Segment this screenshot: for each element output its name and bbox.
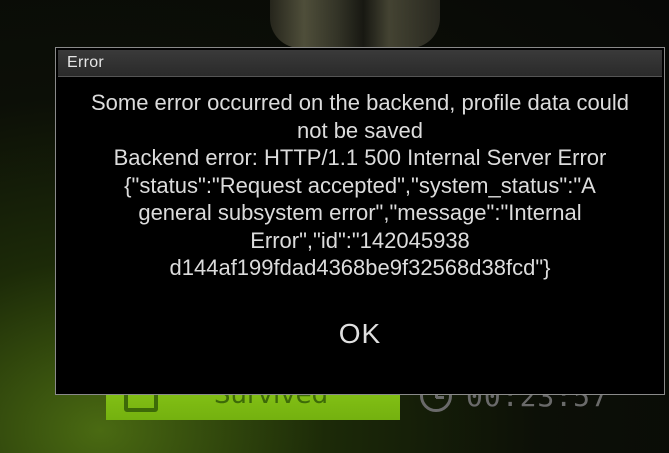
dialog-body: Some error occurred on the backend, prof… <box>56 77 664 394</box>
error-message-json: {"status":"Request accepted","system_sta… <box>124 172 596 281</box>
ok-button[interactable]: OK <box>327 316 393 352</box>
character-figure <box>270 0 440 48</box>
dialog-header: Error <box>58 50 662 77</box>
error-message-http: Backend error: HTTP/1.1 500 Internal Ser… <box>113 145 607 170</box>
error-message-summary: Some error occurred on the backend, prof… <box>90 90 630 143</box>
dialog-title: Error <box>67 54 105 71</box>
error-message: Some error occurred on the backend, prof… <box>90 89 630 282</box>
error-dialog: Error Some error occurred on the backend… <box>55 47 665 395</box>
